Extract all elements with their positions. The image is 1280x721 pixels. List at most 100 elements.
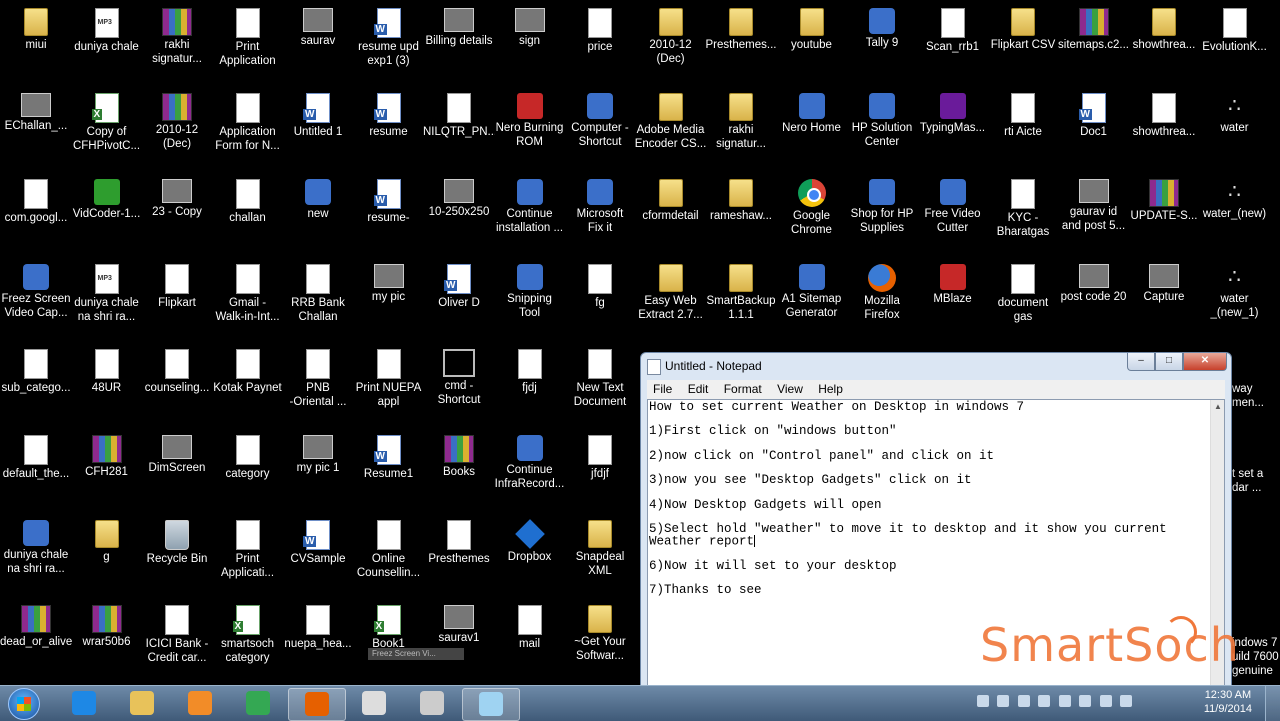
desktop-icon[interactable]: Application Form for N... — [212, 87, 284, 167]
desktop-icon[interactable]: Tally 9 — [846, 2, 918, 82]
desktop-icon[interactable]: EChallan_... — [0, 87, 72, 167]
desktop-icon[interactable]: Continue installation ... — [494, 173, 566, 253]
desktop-icon[interactable]: default_the... — [0, 429, 72, 509]
taskbar-camera-button[interactable] — [404, 688, 460, 719]
desktop-icon[interactable]: MBlaze — [917, 258, 989, 338]
desktop-icon[interactable]: g — [71, 514, 143, 594]
close-button[interactable]: ✕ — [1183, 353, 1227, 371]
desktop-icon[interactable]: Kotak Paynet — [212, 343, 284, 423]
desktop-icon[interactable]: price — [564, 2, 636, 82]
desktop-icon[interactable]: New Text Document — [564, 343, 636, 423]
taskbar-blank-window-button[interactable] — [346, 688, 402, 719]
desktop-icon[interactable]: CVSample — [282, 514, 354, 594]
desktop-icon[interactable]: Gmail - Walk-in-Int... — [212, 258, 284, 338]
desktop-icon[interactable]: Flipkart — [141, 258, 213, 338]
desktop-icon[interactable]: Mozilla Firefox — [846, 258, 918, 338]
desktop-icon[interactable]: Scan_rrb1 — [917, 2, 989, 82]
desktop-icon[interactable]: post code 20 — [1058, 258, 1130, 338]
desktop-icon[interactable]: duniya chale — [71, 2, 143, 82]
desktop-icon[interactable]: Snapdeal XML — [564, 514, 636, 594]
desktop-icon[interactable]: resume- — [353, 173, 425, 253]
desktop-icon[interactable]: saurav1 — [423, 599, 495, 679]
maximize-button[interactable]: □ — [1155, 353, 1183, 371]
desktop-icon[interactable]: NILQTR_PN... — [423, 87, 495, 167]
desktop-icon[interactable]: fg — [564, 258, 636, 338]
desktop-icon[interactable]: RRB Bank Challan — [282, 258, 354, 338]
minimize-button[interactable]: – — [1127, 353, 1155, 371]
desktop-icon[interactable]: VidCoder-1... — [71, 173, 143, 253]
desktop-icon[interactable]: 23 - Copy — [141, 173, 213, 253]
tray-app-icon[interactable] — [1079, 695, 1092, 707]
desktop-icon[interactable]: showthrea... — [1128, 2, 1200, 82]
desktop-icon[interactable]: Resume1 — [353, 429, 425, 509]
taskbar-internet-explorer-button[interactable] — [56, 688, 112, 719]
desktop-icon[interactable]: Nero Home — [776, 87, 848, 167]
desktop-icon[interactable]: Print Application — [212, 2, 284, 82]
tray-chrome-icon[interactable] — [977, 695, 989, 707]
desktop-icon[interactable]: water _(new_1) — [1199, 258, 1271, 338]
desktop-icon[interactable]: wrar50b6 — [71, 599, 143, 679]
desktop-icon[interactable]: challan — [212, 173, 284, 253]
desktop-icon[interactable]: rakhi signatur... — [141, 2, 213, 82]
desktop-icon[interactable]: TypingMas... — [917, 87, 989, 167]
desktop-icon[interactable]: Microsoft Fix it — [564, 173, 636, 253]
taskbar-firefox-button[interactable] — [288, 688, 346, 721]
desktop-icon[interactable]: Online Counsellin... — [353, 514, 425, 594]
desktop-icon[interactable]: 10-250x250 — [423, 173, 495, 253]
desktop-icon[interactable]: sub_catego... — [0, 343, 72, 423]
desktop-icon[interactable]: Print NUEPA appl — [353, 343, 425, 423]
clock[interactable]: 12:30 AM 11/9/2014 — [1204, 688, 1252, 716]
taskbar-windows-explorer-button[interactable] — [114, 688, 170, 719]
tray-volume-icon[interactable] — [1120, 695, 1133, 707]
desktop-icon[interactable]: KYC - Bharatgas — [987, 173, 1059, 253]
menu-help[interactable]: Help — [812, 380, 849, 398]
desktop-icon[interactable]: nuepa_hea... — [282, 599, 354, 679]
desktop-icon[interactable]: sitemaps.c2... — [1058, 2, 1130, 82]
desktop-icon[interactable]: Untitled 1 — [282, 87, 354, 167]
desktop-icon[interactable]: my pic — [353, 258, 425, 338]
desktop-icon[interactable]: Computer - Shortcut — [564, 87, 636, 167]
desktop-icon[interactable]: showthrea... — [1128, 87, 1200, 167]
desktop-icon[interactable]: Adobe Media Encoder CS... — [635, 87, 707, 167]
desktop-icon[interactable]: water — [1199, 87, 1271, 167]
desktop-icon[interactable]: rakhi signatur... — [705, 87, 777, 167]
desktop-icon[interactable]: Freez Screen Video Cap... — [0, 258, 72, 338]
desktop-icon[interactable]: Billing details — [423, 2, 495, 82]
desktop-icon[interactable]: Presthemes — [423, 514, 495, 594]
desktop-icon[interactable]: rti Aicte — [987, 87, 1059, 167]
desktop-icon[interactable]: Copy of CFHPivotC... — [71, 87, 143, 167]
desktop-icon[interactable]: document gas — [987, 258, 1059, 338]
menu-view[interactable]: View — [771, 380, 809, 398]
taskbar-media-player-button[interactable] — [172, 688, 228, 719]
desktop-icon[interactable]: duniya chale na shri ra... — [71, 258, 143, 338]
desktop-icon[interactable]: water_(new) — [1199, 173, 1271, 253]
desktop-icon[interactable]: rameshaw... — [705, 173, 777, 253]
desktop-icon[interactable]: Oliver D — [423, 258, 495, 338]
tray-app-icon[interactable] — [1058, 695, 1071, 707]
desktop-icon[interactable]: dead_or_alive — [0, 599, 72, 679]
taskbar-notepad-button[interactable] — [462, 688, 520, 721]
desktop-icon[interactable]: Print Applicati... — [212, 514, 284, 594]
desktop-icon[interactable]: my pic 1 — [282, 429, 354, 509]
desktop-icon[interactable]: counseling... — [141, 343, 213, 423]
menu-edit[interactable]: Edit — [682, 380, 715, 398]
desktop-icon[interactable]: Flipkart CSV — [987, 2, 1059, 82]
desktop-icon[interactable]: gaurav id and post 5... — [1058, 173, 1130, 253]
tray-app-icon[interactable] — [1017, 695, 1030, 707]
show-desktop-button[interactable] — [1265, 686, 1280, 721]
desktop-icon[interactable]: saurav — [282, 2, 354, 82]
desktop-icon[interactable]: jfdjf — [564, 429, 636, 509]
desktop-icon[interactable]: com.googl... — [0, 173, 72, 253]
tray-app-icon[interactable] — [1038, 695, 1051, 707]
desktop-icon[interactable]: Capture — [1128, 258, 1200, 338]
desktop-icon[interactable]: Continue InfraRecord... — [494, 429, 566, 509]
desktop-icon[interactable]: cformdetail — [635, 173, 707, 253]
notepad-titlebar[interactable]: Untitled - Notepad – □ ✕ — [641, 353, 1231, 379]
desktop-icon[interactable]: Book1 — [353, 599, 425, 679]
desktop-icon[interactable]: CFH281 — [71, 429, 143, 509]
menu-format[interactable]: Format — [718, 380, 768, 398]
desktop-icon[interactable]: DimScreen — [141, 429, 213, 509]
desktop-icon[interactable]: 48UR — [71, 343, 143, 423]
taskbar-google-chrome-button[interactable] — [230, 688, 286, 719]
desktop-icon[interactable]: sign — [494, 2, 566, 82]
